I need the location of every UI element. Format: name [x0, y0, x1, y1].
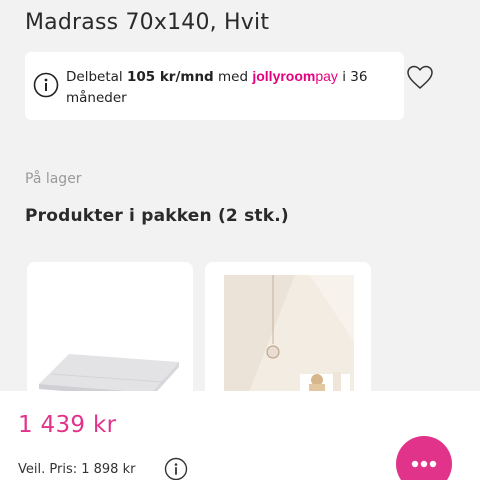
recommended-price: Veil. Pris: 1 898 kr [18, 462, 136, 477]
info-icon [33, 72, 59, 98]
brand-suffix: pay [315, 68, 338, 84]
package-title: Produkter i pakken (2 stk.) [25, 206, 289, 226]
package-item-card[interactable] [27, 262, 193, 402]
mattress-image [27, 262, 193, 402]
info-icon[interactable] [164, 457, 188, 480]
jollyroompay-logo: jollyroompay [252, 68, 338, 84]
installment-middle: med [213, 69, 253, 85]
installment-amount: 105 kr/mnd [126, 69, 214, 85]
installment-text: Delbetal 105 kr/mnd med jollyroompay i 3… [66, 66, 396, 109]
product-title: Madrass 70x140, Hvit [25, 10, 270, 35]
installment-prefix: Delbetal [66, 69, 127, 85]
installment-banner[interactable]: Delbetal 105 kr/mnd med jollyroompay i 3… [25, 52, 404, 120]
price: 1 439 kr [18, 412, 117, 438]
brand-main: jollyroom [252, 68, 316, 84]
heart-icon[interactable] [406, 64, 434, 92]
nursery-room-image [205, 262, 371, 402]
package-item-card[interactable] [205, 262, 371, 402]
scroll-clip [0, 0, 480, 5]
more-dots-icon [411, 460, 437, 468]
stock-status: På lager [25, 171, 82, 187]
